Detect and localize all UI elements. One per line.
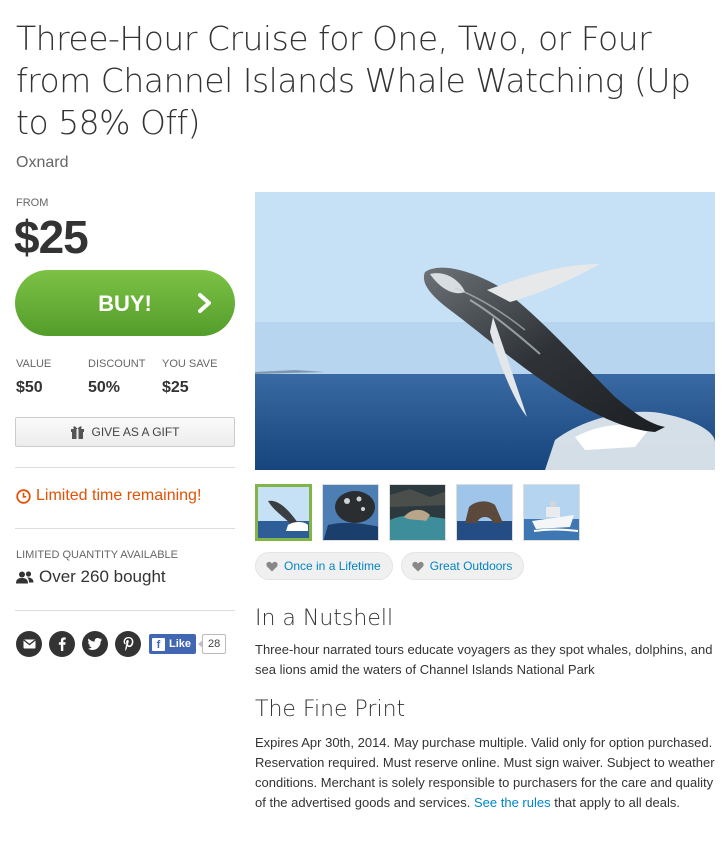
facebook-share-button[interactable] xyxy=(49,631,75,657)
from-label: FROM xyxy=(16,197,49,209)
deal-location[interactable]: Oxnard xyxy=(16,154,68,172)
email-icon xyxy=(22,639,36,649)
pinterest-share-button[interactable] xyxy=(115,631,141,657)
chevron-right-icon xyxy=(198,293,211,313)
thumbnail-boat[interactable] xyxy=(523,484,580,541)
tag-list: Once in a Lifetime Great Outdoors xyxy=(255,552,532,580)
divider xyxy=(15,467,235,468)
limited-time-text: Limited time remaining! xyxy=(36,487,202,504)
thumbnail-whale-breach[interactable] xyxy=(255,484,312,541)
thumbnail-image xyxy=(390,485,445,540)
heart-icon xyxy=(412,561,424,571)
tag-great-outdoors[interactable]: Great Outdoors xyxy=(400,552,525,580)
give-as-gift-label: GIVE AS A GIFT xyxy=(91,425,180,439)
fine-print-heading: The Fine Print xyxy=(255,697,406,722)
divider xyxy=(15,528,235,529)
thumbnail-image xyxy=(457,485,512,540)
facebook-like-label: Like xyxy=(169,638,192,650)
see-the-rules-link[interactable]: See the rules xyxy=(474,795,551,810)
heart-icon xyxy=(266,561,278,571)
users-icon xyxy=(16,570,34,583)
stat-you-save-label: YOU SAVE xyxy=(162,358,218,370)
stat-value-amount: $50 xyxy=(16,379,43,396)
facebook-logo-icon: f xyxy=(152,637,165,651)
quantity-label: LIMITED QUANTITY AVAILABLE xyxy=(16,549,178,561)
thumbnail-image xyxy=(258,487,309,538)
tag-label: Once in a Lifetime xyxy=(284,559,381,573)
divider xyxy=(15,610,235,611)
thumbnail-image xyxy=(524,485,579,540)
clock-icon xyxy=(16,488,31,504)
whale-breach-image xyxy=(255,192,715,470)
thumbnail-sea-lion[interactable] xyxy=(389,484,446,541)
facebook-icon xyxy=(58,637,66,651)
stat-you-save: YOU SAVE $25 xyxy=(162,358,217,397)
limited-time-notice: Limited time remaining! xyxy=(16,487,201,505)
thumbnail-whale-tail[interactable] xyxy=(322,484,379,541)
stat-value: VALUE $50 xyxy=(16,358,51,397)
stat-discount-amount: 50% xyxy=(88,379,121,396)
facebook-like-widget: f Like 28 xyxy=(149,634,227,654)
tag-once-in-a-lifetime[interactable]: Once in a Lifetime xyxy=(255,552,393,580)
buy-button[interactable]: BUY! xyxy=(15,270,235,336)
bought-count-text: Over 260 bought xyxy=(39,567,166,586)
fine-print-suffix: that apply to all deals. xyxy=(554,795,680,810)
tag-label: Great Outdoors xyxy=(429,559,513,573)
nutshell-text: Three-hour narrated tours educate voyage… xyxy=(255,642,713,677)
thumbnail-strip xyxy=(255,484,590,541)
give-as-gift-button[interactable]: GIVE AS A GIFT xyxy=(15,417,235,447)
nutshell-heading: In a Nutshell xyxy=(255,606,394,631)
email-share-button[interactable] xyxy=(16,631,42,657)
gift-icon xyxy=(71,426,85,439)
facebook-like-button[interactable]: f Like xyxy=(149,634,197,654)
stat-discount: DISCOUNT 50% xyxy=(88,358,145,397)
deal-hero-image[interactable] xyxy=(255,192,715,470)
deal-price: $25 xyxy=(14,211,89,263)
stat-value-label: VALUE xyxy=(16,358,52,370)
thumbnail-arch-rock[interactable] xyxy=(456,484,513,541)
stat-you-save-amount: $25 xyxy=(162,379,189,396)
share-bar: f Like 28 xyxy=(16,631,227,657)
twitter-share-button[interactable] xyxy=(82,631,108,657)
deal-title: Three-Hour Cruise for One, Two, or Four … xyxy=(16,19,691,142)
bought-count: Over 260 bought xyxy=(16,567,166,587)
pinterest-icon xyxy=(123,637,133,651)
facebook-like-count: 28 xyxy=(197,634,227,654)
stat-discount-label: DISCOUNT xyxy=(88,358,146,370)
fine-print-text: Expires Apr 30th, 2014. May purchase mul… xyxy=(255,733,717,813)
twitter-icon xyxy=(88,638,102,650)
thumbnail-image xyxy=(323,485,378,540)
